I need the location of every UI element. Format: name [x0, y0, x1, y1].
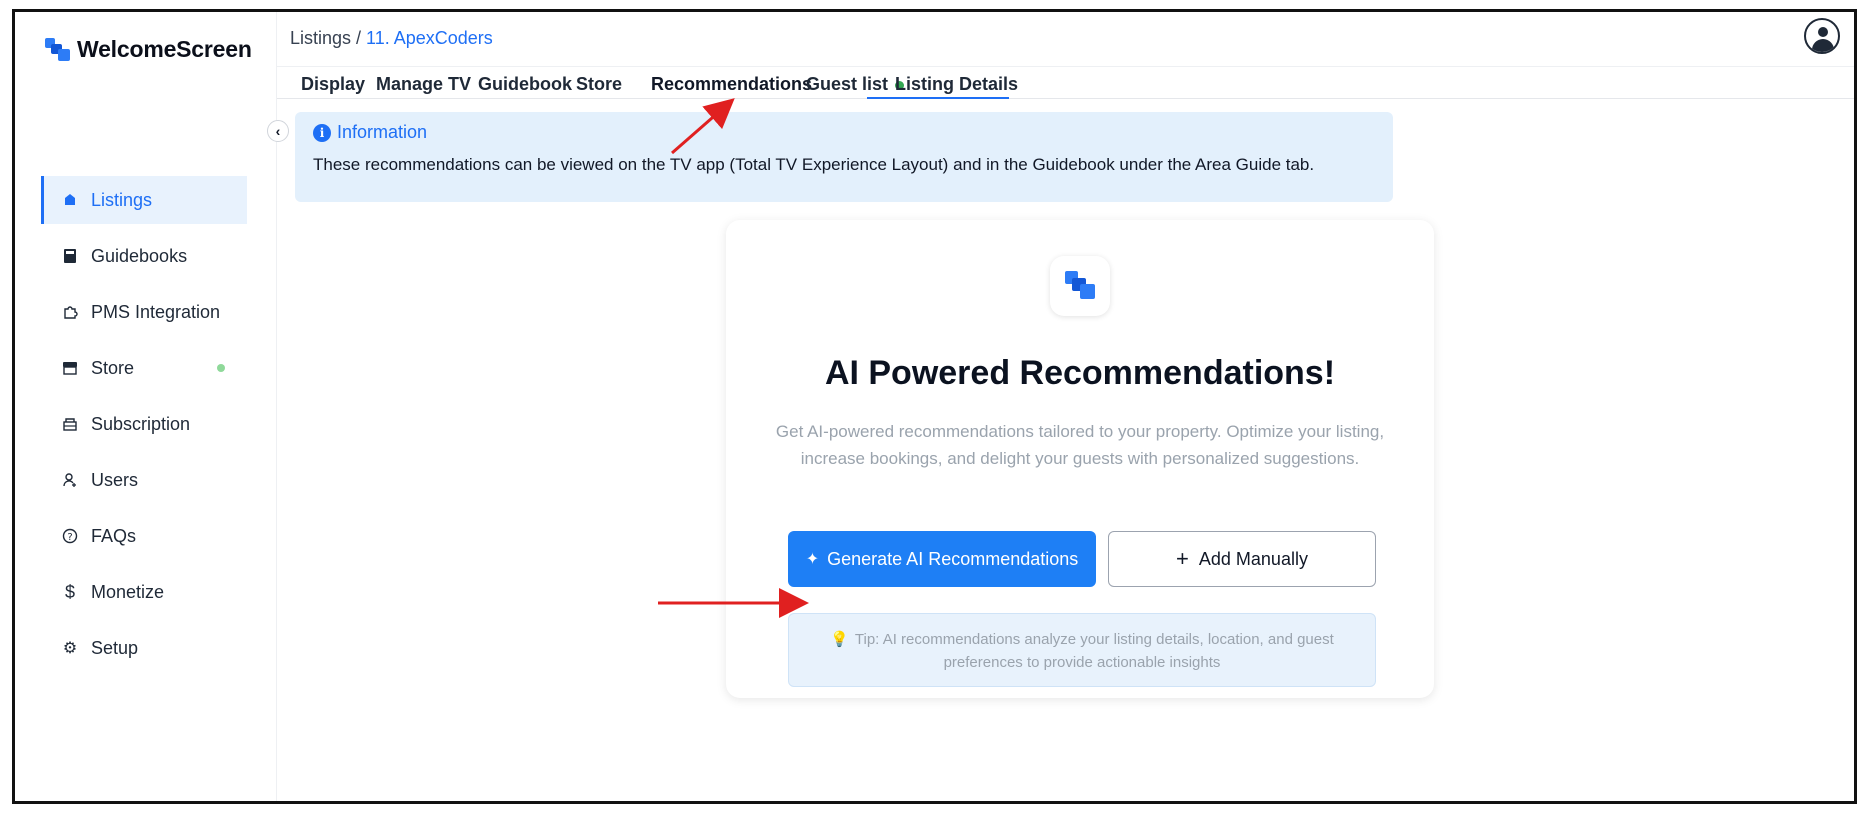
recommendations-logo-icon [1050, 256, 1110, 316]
app-window: WelcomeScreen Listings Guidebooks PMS In… [12, 9, 1857, 804]
tab-guidebook[interactable]: Guidebook [478, 74, 572, 95]
sidebar-item-label: Setup [91, 637, 139, 658]
active-tab-indicator [867, 97, 1009, 99]
button-label: Add Manually [1198, 548, 1308, 569]
tab-bar: Display Manage TV Guidebook Store Recomm… [277, 66, 1854, 99]
sidebar-item-setup[interactable]: ⚙ Setup [41, 624, 247, 672]
sidebar-item-label: FAQs [91, 525, 137, 546]
sidebar-item-monetize[interactable]: $ Monetize [41, 568, 247, 616]
profile-avatar-icon[interactable] [1804, 18, 1840, 54]
tab-manage-tv[interactable]: Manage TV [376, 74, 471, 95]
listings-icon [61, 191, 79, 209]
subscription-icon [61, 415, 79, 433]
info-text: These recommendations can be viewed on t… [313, 155, 1315, 174]
sidebar-item-guidebooks[interactable]: Guidebooks [41, 232, 247, 280]
logo[interactable]: WelcomeScreen [45, 36, 252, 63]
sidebar-item-faqs[interactable]: ? FAQs [41, 512, 247, 560]
breadcrumb-root[interactable]: Listings [290, 28, 351, 48]
tab-recommendations[interactable]: Recommendations [651, 74, 812, 95]
ai-recommendations-card: AI Powered Recommendations! Get AI-power… [726, 220, 1434, 698]
sidebar-item-label: Store [91, 357, 135, 378]
button-label: Generate AI Recommendations [827, 548, 1079, 569]
lightbulb-icon: 💡 [830, 631, 849, 648]
breadcrumb-separator: / [351, 28, 367, 48]
puzzle-icon [61, 303, 79, 321]
add-manually-button[interactable]: + Add Manually [1108, 531, 1376, 587]
tab-store[interactable]: Store [576, 74, 622, 95]
tip-box: 💡 Tip: AI recommendations analyze your li… [788, 613, 1376, 687]
gear-icon: ⚙ [62, 640, 78, 657]
tab-listing-details[interactable]: Listing Details [895, 74, 1018, 95]
book-icon [61, 247, 79, 265]
logo-icon [45, 37, 71, 63]
sidebar-item-listings[interactable]: Listings [41, 176, 247, 224]
app-name: WelcomeScreen [77, 36, 252, 62]
sidebar-item-store[interactable]: Store [41, 344, 247, 392]
sidebar: WelcomeScreen Listings Guidebooks PMS In… [15, 12, 277, 801]
tab-display[interactable]: Display [301, 74, 365, 95]
generate-ai-recommendations-button[interactable]: ✦ Generate AI Recommendations [788, 531, 1096, 587]
card-title: AI Powered Recommendations! [824, 354, 1336, 392]
breadcrumb-current[interactable]: 11. ApexCoders [366, 28, 493, 48]
svg-text:?: ? [67, 532, 72, 543]
collapse-sidebar-button[interactable]: ‹ [267, 120, 289, 142]
sparkle-icon: ✦ [805, 551, 820, 568]
sidebar-item-pms-integration[interactable]: PMS Integration [41, 288, 247, 336]
plus-icon: + [1176, 546, 1189, 571]
dollar-icon: $ [64, 581, 75, 602]
sidebar-item-label: Guidebooks [91, 245, 188, 266]
status-dot [217, 364, 225, 372]
sidebar-item-label: Listings [91, 189, 153, 210]
breadcrumb: Listings / 11. ApexCoders [290, 28, 493, 49]
tab-guest-list[interactable]: Guest list [806, 74, 888, 95]
chevron-left-icon: ‹ [275, 123, 281, 139]
store-icon [61, 359, 79, 377]
info-title: Information [337, 122, 428, 142]
sidebar-nav: Listings Guidebooks PMS Integration Stor… [41, 176, 247, 680]
info-icon: i [313, 123, 331, 142]
sidebar-item-label: Users [91, 469, 139, 490]
tip-text: Tip: AI recommendations analyze your lis… [854, 631, 1334, 671]
user-add-icon [61, 471, 79, 489]
sidebar-item-label: Monetize [91, 581, 165, 602]
sidebar-item-users[interactable]: Users [41, 456, 247, 504]
card-description: Get AI-powered recommendations tailored … [775, 422, 1385, 468]
sidebar-item-label: PMS Integration [91, 301, 221, 322]
information-banner: i Information These recommendations can … [295, 112, 1393, 202]
sidebar-item-label: Subscription [91, 413, 191, 434]
sidebar-item-subscription[interactable]: Subscription [41, 400, 247, 448]
question-icon: ? [61, 527, 79, 545]
